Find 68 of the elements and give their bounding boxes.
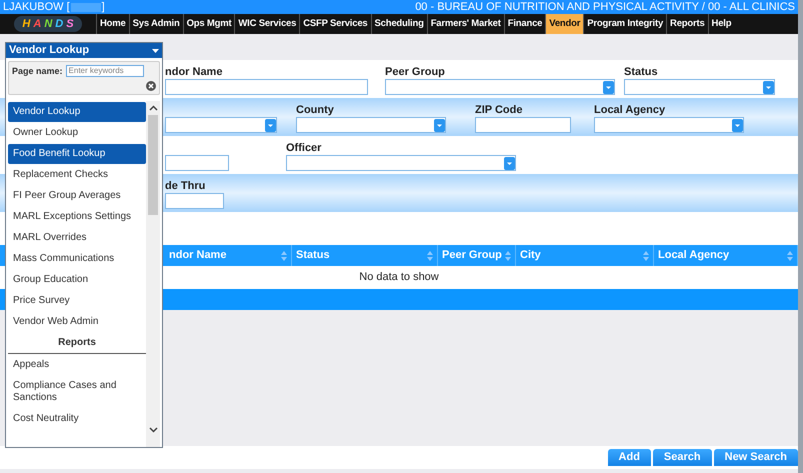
dropdown-icon — [504, 156, 515, 170]
field-label: County — [296, 103, 335, 117]
menu-item[interactable]: Owner Lookup — [8, 122, 146, 142]
menu-item[interactable]: Appeals — [8, 354, 146, 374]
input-field[interactable] — [165, 155, 229, 171]
nav-tab[interactable]: WIC Services — [234, 14, 300, 34]
nav-tab[interactable]: Program Integrity — [583, 14, 666, 34]
bracket-text: ] — [102, 2, 105, 12]
field-label: Peer Group — [385, 65, 446, 79]
nav-tab[interactable]: Vendor — [545, 14, 584, 34]
nav-tab[interactable]: Home — [96, 14, 129, 34]
menu-item[interactable]: Vendor Lookup — [8, 102, 146, 122]
empty-message: No data to show — [359, 270, 439, 286]
nav-tab[interactable]: Ops Mgmt — [182, 14, 234, 34]
select-field[interactable] — [594, 117, 744, 133]
nav-tab[interactable]: Reports — [666, 14, 708, 34]
sort-icon[interactable] — [787, 250, 793, 260]
menu-item[interactable]: Replacement Checks — [8, 164, 146, 184]
dropdown-icon — [603, 80, 614, 94]
sort-icon[interactable] — [505, 250, 511, 260]
dropdown-icon — [265, 118, 276, 132]
menu-item[interactable]: Cost Neutrality — [8, 408, 146, 428]
blurred-link[interactable] — [70, 2, 101, 12]
scroll-up-icon[interactable] — [148, 105, 158, 111]
menu-item[interactable]: MARL Exceptions Settings — [8, 206, 146, 226]
menu-item[interactable]: Mass Communications — [8, 248, 146, 268]
menu-item[interactable]: Vendor Web Admin — [8, 312, 146, 332]
dropdown-icon — [732, 118, 743, 132]
menu-header[interactable]: Vendor Lookup — [6, 43, 162, 58]
menu-item[interactable]: FI Peer Group Averages — [8, 186, 146, 206]
search-field[interactable]: Enter keywords — [66, 65, 144, 77]
menu-item[interactable]: MARL Overrides — [8, 228, 146, 248]
input-field[interactable] — [165, 79, 368, 95]
agency-title: 00 - BUREAU OF NUTRITION AND PHYSICAL ACTIVITY / 00 - ALL CLINICS — [415, 2, 795, 12]
dropdown-icon — [763, 80, 774, 94]
field-label: ndor Name — [165, 65, 224, 79]
menu-item[interactable]: Food Benefit Lookup — [8, 144, 146, 164]
select-field[interactable] — [165, 117, 277, 133]
menu-item[interactable]: Group Education — [8, 270, 146, 290]
field-label: Officer — [286, 141, 322, 155]
menu-item[interactable]: Compliance Cases and Sanctions — [8, 376, 146, 408]
field-label: ZIP Code — [475, 103, 524, 117]
nav-tab[interactable]: Sys Admin — [128, 14, 183, 34]
sort-icon[interactable] — [643, 250, 649, 260]
menu-item[interactable]: Price Survey — [8, 290, 146, 310]
input-field[interactable] — [165, 193, 224, 209]
clear-icon[interactable] — [146, 81, 156, 91]
select-field[interactable] — [385, 79, 615, 95]
dropdown-icon — [434, 118, 445, 132]
scroll-down-icon[interactable] — [148, 427, 158, 433]
select-field[interactable] — [296, 117, 446, 133]
scrollbar[interactable] — [146, 101, 160, 447]
nav-tab[interactable]: Scheduling — [370, 14, 427, 34]
caret-icon — [152, 48, 159, 52]
input-field[interactable] — [475, 117, 571, 133]
scroll-thumb[interactable] — [148, 115, 158, 215]
nav-tab[interactable]: CSFP Services — [299, 14, 370, 34]
field-label: Local Agency — [594, 103, 666, 117]
search-label: Page name: — [12, 65, 63, 78]
field-label: de Thru — [165, 179, 206, 193]
sort-icon[interactable] — [427, 250, 433, 260]
select-field[interactable] — [286, 155, 516, 171]
field-label: Status — [624, 65, 659, 79]
user-name: LJAKUBOW [ — [3, 2, 70, 12]
nav-tab[interactable]: Help — [708, 14, 734, 34]
sort-icon[interactable] — [281, 250, 287, 260]
nav-tab[interactable]: Farmers' Market — [426, 14, 504, 34]
select-field[interactable] — [624, 79, 775, 95]
